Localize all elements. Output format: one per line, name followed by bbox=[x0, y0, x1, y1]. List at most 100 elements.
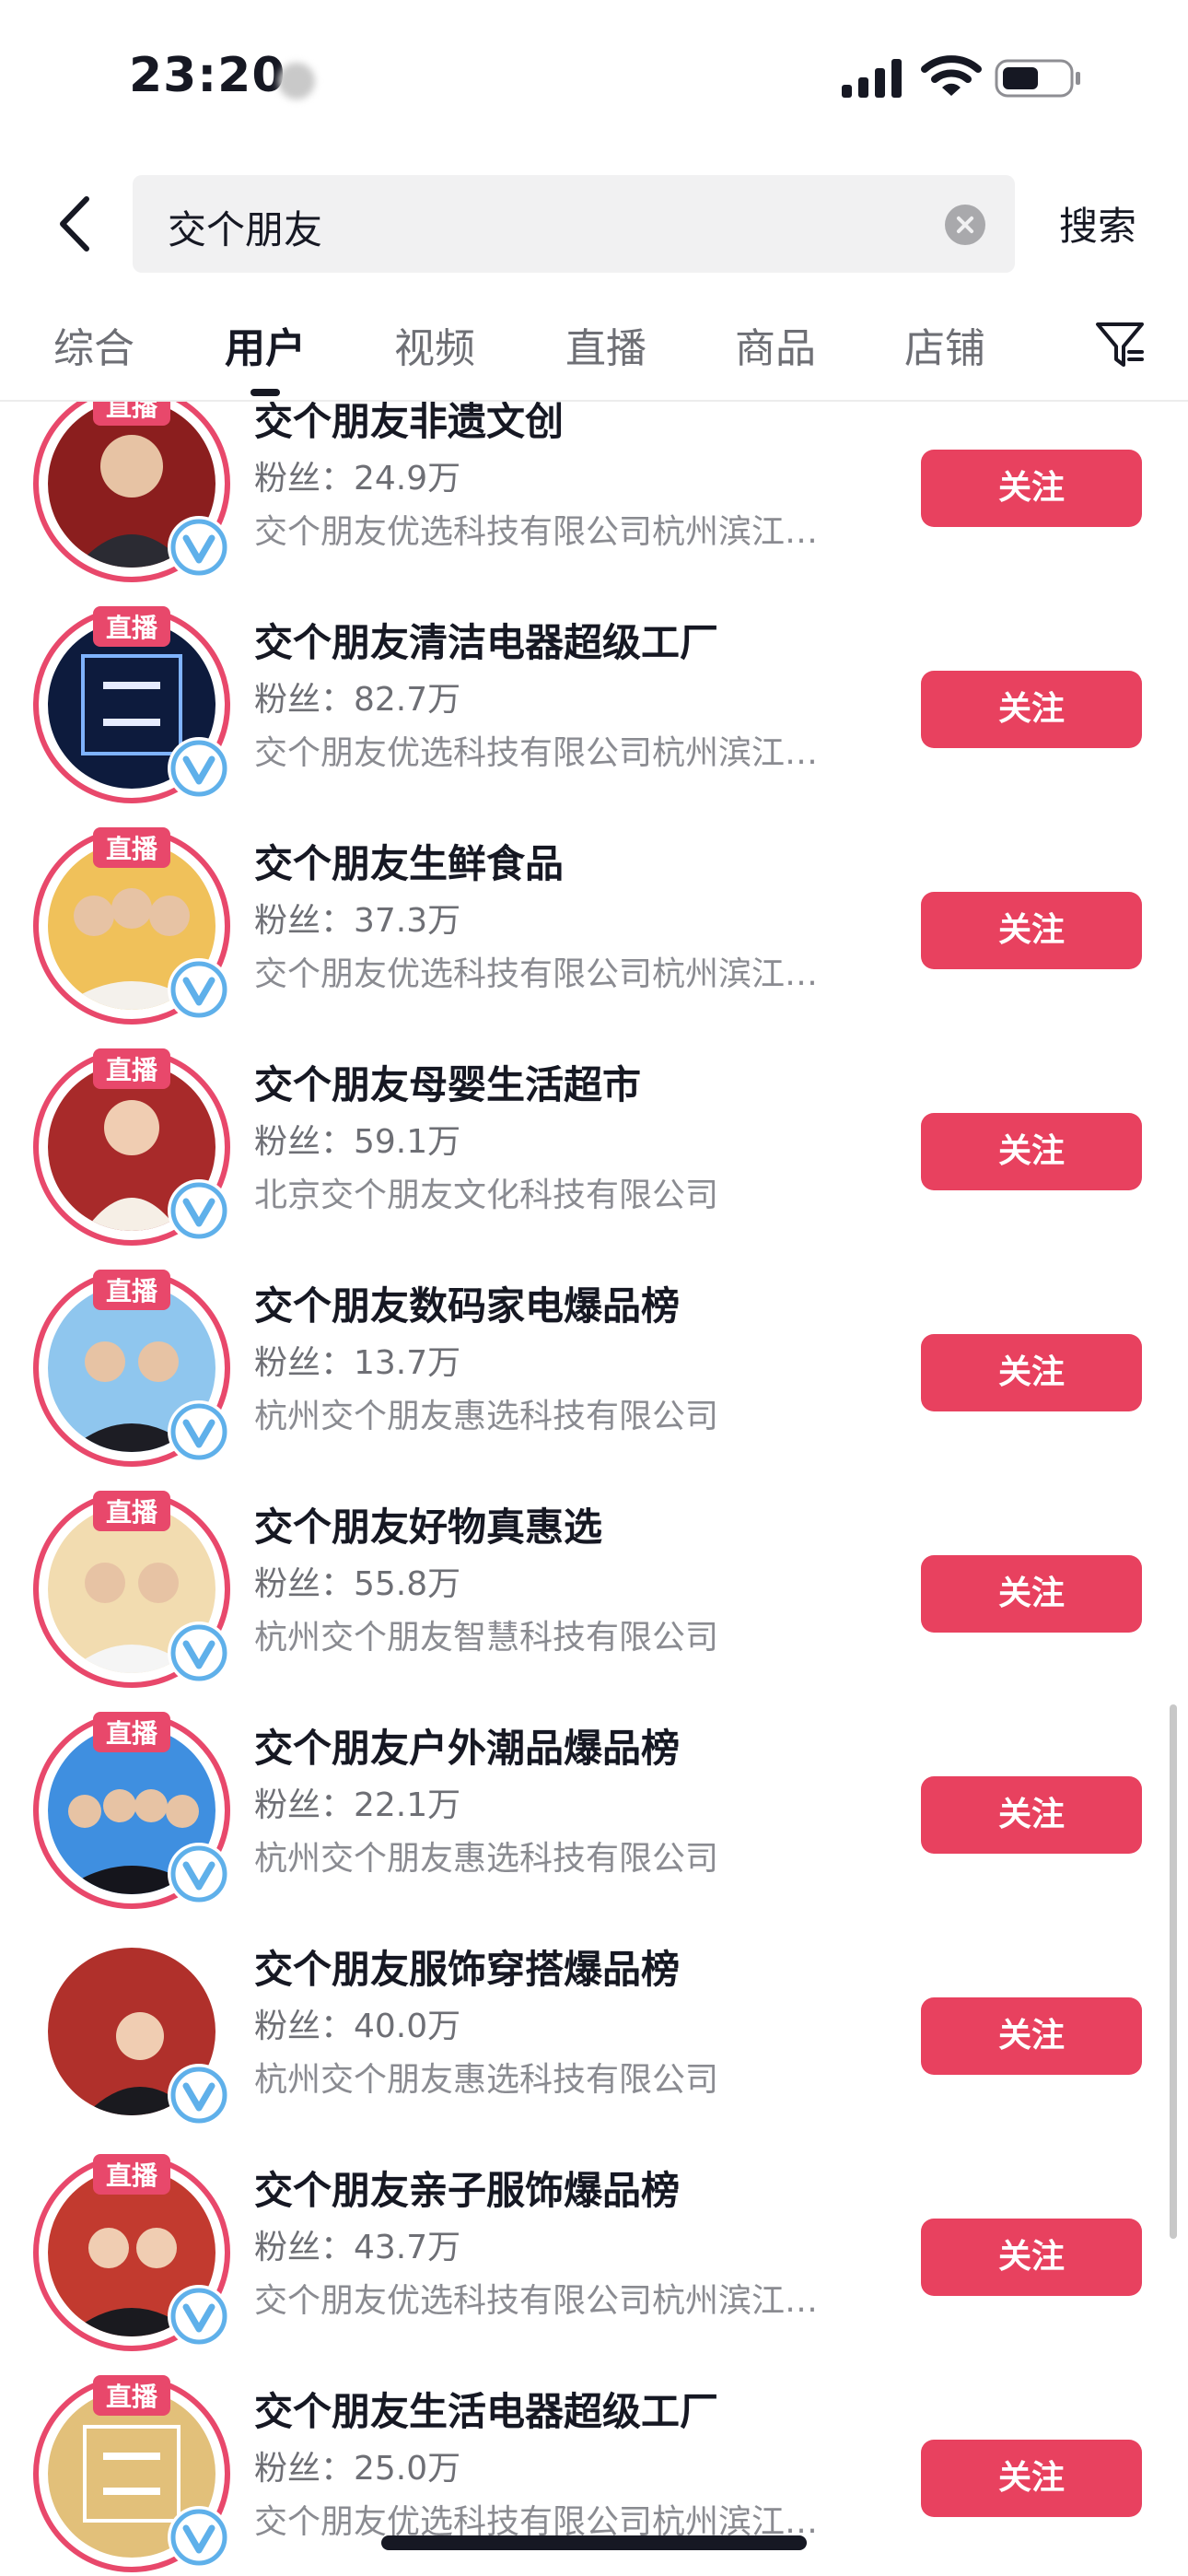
active-tab-indicator bbox=[250, 389, 280, 396]
avatar[interactable] bbox=[33, 1933, 230, 2130]
list-item[interactable]: 直播 交个朋友母婴生活超市 粉丝：59.1万 北京交个朋友文化科技有限公司 关注 bbox=[0, 1041, 1188, 1262]
live-badge: 直播 bbox=[92, 1048, 171, 1089]
follow-button[interactable]: 关注 bbox=[921, 1113, 1142, 1190]
tab-live[interactable]: 直播 bbox=[565, 315, 646, 374]
tab-products[interactable]: 商品 bbox=[735, 315, 816, 374]
user-results-list: 直播 交个朋友非遗文创 粉丝：24.9万 交个朋友优选科技有限公司杭州滨江… 关… bbox=[0, 402, 1188, 2576]
list-item[interactable]: 直播 交个朋友户外潮品爆品榜 粉丝：22.1万 杭州交个朋友惠选科技有限公司 关… bbox=[0, 1704, 1188, 1926]
list-item[interactable]: 直播 交个朋友清洁电器超级工厂 粉丝：82.7万 交个朋友优选科技有限公司杭州滨… bbox=[0, 599, 1188, 820]
back-arrow-icon[interactable] bbox=[48, 192, 103, 256]
user-name[interactable]: 交个朋友非遗文创 bbox=[254, 402, 564, 447]
user-name[interactable]: 交个朋友生活电器超级工厂 bbox=[254, 2381, 718, 2437]
follower-count: 粉丝：43.7万 bbox=[254, 2229, 461, 2266]
tab-videos[interactable]: 视频 bbox=[394, 315, 475, 374]
tab-bar: 综合 用户 视频 直播 商品 店铺 bbox=[0, 304, 1188, 402]
avatar[interactable]: 直播 bbox=[33, 1712, 230, 1909]
user-organization: 杭州交个朋友智慧科技有限公司 bbox=[254, 1619, 719, 1657]
follow-button[interactable]: 关注 bbox=[921, 2219, 1142, 2296]
live-badge: 直播 bbox=[92, 606, 171, 647]
search-button[interactable]: 搜索 bbox=[1059, 195, 1136, 252]
status-time: 23:20 bbox=[129, 48, 286, 103]
user-name[interactable]: 交个朋友服饰穿搭爆品榜 bbox=[254, 1938, 680, 1995]
list-item[interactable]: 直播 交个朋友数码家电爆品榜 粉丝：13.7万 杭州交个朋友惠选科技有限公司 关… bbox=[0, 1262, 1188, 1483]
verified-badge-icon bbox=[168, 2285, 230, 2348]
verified-badge-icon bbox=[168, 1400, 230, 1463]
avatar[interactable]: 直播 bbox=[33, 2154, 230, 2351]
user-organization: 北京交个朋友文化科技有限公司 bbox=[254, 1177, 719, 1214]
user-name[interactable]: 交个朋友亲子服饰爆品榜 bbox=[254, 2160, 680, 2216]
follow-button[interactable]: 关注 bbox=[921, 1555, 1142, 1633]
follow-button[interactable]: 关注 bbox=[921, 1334, 1142, 1411]
follower-count: 粉丝：40.0万 bbox=[254, 2008, 461, 2045]
avatar[interactable]: 直播 bbox=[33, 827, 230, 1025]
home-indicator[interactable] bbox=[381, 2535, 807, 2550]
user-organization: 交个朋友优选科技有限公司杭州滨江… bbox=[254, 955, 819, 993]
filter-icon[interactable] bbox=[1094, 319, 1146, 370]
live-badge: 直播 bbox=[92, 1491, 171, 1531]
avatar[interactable]: 直播 bbox=[33, 1270, 230, 1467]
user-name[interactable]: 交个朋友母婴生活超市 bbox=[254, 1054, 641, 1110]
tab-comprehensive[interactable]: 综合 bbox=[53, 315, 134, 374]
follower-count: 粉丝：24.9万 bbox=[254, 460, 461, 498]
list-item[interactable]: 直播 交个朋友好物真惠选 粉丝：55.8万 杭州交个朋友智慧科技有限公司 关注 bbox=[0, 1483, 1188, 1704]
avatar[interactable]: 直播 bbox=[33, 606, 230, 803]
list-item[interactable]: 交个朋友服饰穿搭爆品榜 粉丝：40.0万 杭州交个朋友惠选科技有限公司 关注 bbox=[0, 1926, 1188, 2147]
user-organization: 杭州交个朋友惠选科技有限公司 bbox=[254, 1840, 719, 1878]
follower-count: 粉丝：22.1万 bbox=[254, 1786, 461, 1824]
user-name[interactable]: 交个朋友生鲜食品 bbox=[254, 833, 564, 889]
verified-badge-icon bbox=[168, 2506, 230, 2569]
verified-badge-icon bbox=[168, 516, 230, 579]
live-badge: 直播 bbox=[92, 402, 171, 426]
user-organization: 交个朋友优选科技有限公司杭州滨江… bbox=[254, 513, 819, 551]
clear-icon[interactable] bbox=[945, 205, 985, 245]
live-badge: 直播 bbox=[92, 2375, 171, 2416]
user-organization: 杭州交个朋友惠选科技有限公司 bbox=[254, 2061, 719, 2099]
follower-count: 粉丝：55.8万 bbox=[254, 1565, 461, 1603]
follower-count: 粉丝：37.3万 bbox=[254, 902, 461, 940]
search-header: 交个朋友 搜索 bbox=[0, 166, 1188, 276]
battery-icon bbox=[995, 59, 1080, 98]
verified-badge-icon bbox=[168, 1622, 230, 1684]
avatar[interactable]: 直播 bbox=[33, 2375, 230, 2572]
cellular-signal-icon bbox=[842, 59, 902, 98]
follow-button[interactable]: 关注 bbox=[921, 671, 1142, 748]
follow-button[interactable]: 关注 bbox=[921, 2440, 1142, 2517]
user-organization: 交个朋友优选科技有限公司杭州滨江… bbox=[254, 2282, 819, 2320]
user-name[interactable]: 交个朋友好物真惠选 bbox=[254, 1496, 602, 1552]
avatar[interactable]: 直播 bbox=[33, 1048, 230, 1246]
user-name[interactable]: 交个朋友户外潮品爆品榜 bbox=[254, 1717, 680, 1774]
status-indicator-icon bbox=[278, 63, 315, 100]
follow-button[interactable]: 关注 bbox=[921, 1997, 1142, 2075]
live-badge: 直播 bbox=[92, 1712, 171, 1752]
follower-count: 粉丝：25.0万 bbox=[254, 2450, 461, 2488]
tab-users[interactable]: 用户 bbox=[225, 315, 306, 374]
verified-badge-icon bbox=[168, 2064, 230, 2126]
follower-count: 粉丝：13.7万 bbox=[254, 1344, 461, 1382]
list-item[interactable]: 直播 交个朋友生鲜食品 粉丝：37.3万 交个朋友优选科技有限公司杭州滨江… 关… bbox=[0, 820, 1188, 1041]
user-organization: 杭州交个朋友惠选科技有限公司 bbox=[254, 1398, 719, 1435]
verified-badge-icon bbox=[168, 737, 230, 800]
live-badge: 直播 bbox=[92, 1270, 171, 1310]
tab-shops[interactable]: 店铺 bbox=[904, 315, 985, 374]
follow-button[interactable]: 关注 bbox=[921, 892, 1142, 969]
follower-count: 粉丝：59.1万 bbox=[254, 1123, 461, 1161]
follow-button[interactable]: 关注 bbox=[921, 1776, 1142, 1854]
search-input[interactable]: 交个朋友 bbox=[133, 175, 1015, 273]
user-name[interactable]: 交个朋友数码家电爆品榜 bbox=[254, 1275, 680, 1331]
live-badge: 直播 bbox=[92, 827, 171, 868]
search-query-text[interactable]: 交个朋友 bbox=[168, 199, 322, 255]
status-bar: 23:20 bbox=[0, 0, 1188, 157]
list-item[interactable]: 直播 交个朋友非遗文创 粉丝：24.9万 交个朋友优选科技有限公司杭州滨江… 关… bbox=[0, 402, 1188, 599]
user-name[interactable]: 交个朋友清洁电器超级工厂 bbox=[254, 612, 718, 668]
verified-badge-icon bbox=[168, 1843, 230, 1905]
wifi-icon bbox=[921, 55, 982, 96]
verified-badge-icon bbox=[168, 958, 230, 1021]
verified-badge-icon bbox=[168, 1179, 230, 1242]
avatar[interactable]: 直播 bbox=[33, 402, 230, 582]
live-badge: 直播 bbox=[92, 2154, 171, 2195]
follow-button[interactable]: 关注 bbox=[921, 450, 1142, 527]
scrollbar[interactable] bbox=[1170, 1704, 1177, 2239]
follower-count: 粉丝：82.7万 bbox=[254, 681, 461, 719]
avatar[interactable]: 直播 bbox=[33, 1491, 230, 1688]
list-item[interactable]: 直播 交个朋友亲子服饰爆品榜 粉丝：43.7万 交个朋友优选科技有限公司杭州滨江… bbox=[0, 2147, 1188, 2368]
